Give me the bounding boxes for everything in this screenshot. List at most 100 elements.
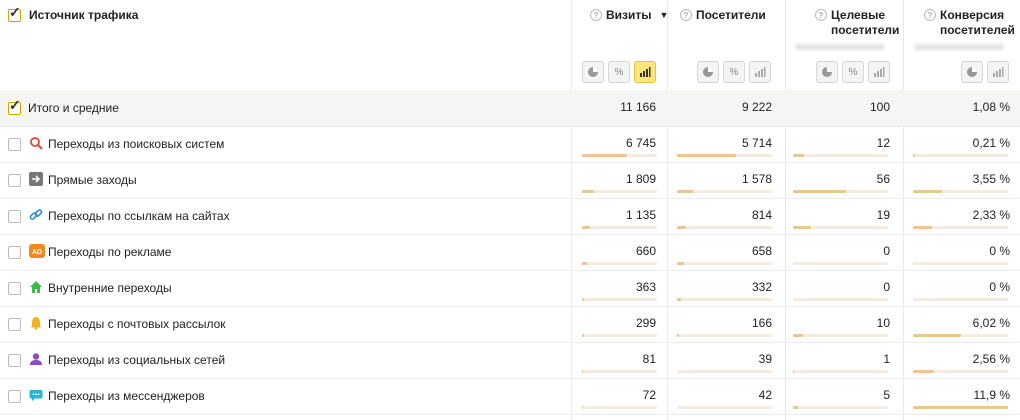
percent-icon: % bbox=[729, 66, 739, 78]
target-visitors-column-header[interactable]: ? Целевые посетители bbox=[795, 8, 899, 50]
conversion-column-label: Конверсия посетителей bbox=[940, 8, 1015, 37]
visitors-bar-fill bbox=[677, 262, 684, 265]
target-bar-track bbox=[793, 298, 888, 301]
row-checkbox[interactable] bbox=[8, 390, 21, 403]
visits-value: 299 bbox=[635, 316, 656, 330]
visits-bar-track bbox=[582, 226, 657, 229]
bar-chart-icon bbox=[993, 67, 1004, 77]
table-row[interactable]: Переходы из социальных сетей 81 39 1 2,56 % bbox=[0, 342, 1020, 379]
bar-chart-toggle[interactable] bbox=[987, 61, 1009, 83]
percent-toggle[interactable]: % bbox=[608, 61, 630, 83]
visits-bar-fill bbox=[582, 370, 583, 373]
target-bar-track bbox=[793, 262, 888, 265]
row-checkbox[interactable] bbox=[8, 138, 21, 151]
percent-toggle[interactable]: % bbox=[723, 61, 745, 83]
row-checkbox[interactable] bbox=[8, 282, 21, 295]
visits-bar-track bbox=[582, 154, 657, 157]
target-bar-fill bbox=[793, 154, 804, 157]
target-value: 56 bbox=[876, 172, 890, 186]
conversion-bar-track bbox=[913, 370, 1008, 373]
help-icon[interactable]: ? bbox=[924, 9, 936, 21]
bar-chart-toggle[interactable] bbox=[634, 61, 656, 83]
visits-bar-track bbox=[582, 334, 657, 337]
total-visits: 11 166 bbox=[620, 100, 656, 114]
visitors-bar-fill bbox=[677, 226, 686, 229]
home-icon bbox=[29, 280, 43, 294]
help-icon[interactable]: ? bbox=[815, 9, 827, 21]
help-icon[interactable]: ? bbox=[590, 9, 602, 21]
visitors-bar-track bbox=[677, 370, 772, 373]
target-view-toggles: % bbox=[816, 61, 890, 83]
pie-chart-toggle[interactable] bbox=[961, 61, 983, 83]
visitors-bar-fill bbox=[677, 298, 681, 301]
visitors-value: 39 bbox=[758, 352, 772, 366]
help-icon[interactable]: ? bbox=[680, 9, 692, 21]
source-name[interactable]: Переходы с почтовых рассылок bbox=[48, 317, 226, 331]
visits-bar-track bbox=[582, 190, 657, 193]
visitors-bar-fill bbox=[677, 154, 736, 157]
target-bar-fill bbox=[793, 190, 846, 193]
target-bar-track bbox=[793, 334, 888, 337]
conversion-bar-fill bbox=[913, 154, 915, 157]
pie-chart-toggle[interactable] bbox=[582, 61, 604, 83]
visitors-value: 5 714 bbox=[741, 136, 772, 150]
table-row[interactable]: Переходы из поисковых систем 6 745 5 714 12… bbox=[0, 126, 1020, 163]
source-name[interactable]: Переходы по рекламе bbox=[48, 245, 171, 259]
visits-value: 660 bbox=[635, 244, 656, 258]
source-name[interactable]: Переходы по ссылкам на сайтах bbox=[48, 209, 230, 223]
table-header: Источник трафика ? Визиты ▼ ? Посетители… bbox=[0, 0, 1020, 91]
target-value: 0 bbox=[883, 244, 890, 258]
table-row[interactable]: Переходы из мессенджеров 72 42 5 11,9 % bbox=[0, 378, 1020, 415]
row-checkbox[interactable] bbox=[8, 210, 21, 223]
conversion-bar-fill bbox=[913, 406, 1008, 409]
conversion-value: 6,02 % bbox=[972, 316, 1010, 330]
percent-toggle[interactable]: % bbox=[842, 61, 864, 83]
visits-column-header[interactable]: ? Визиты ▼ bbox=[590, 8, 668, 23]
percent-icon: % bbox=[614, 66, 624, 78]
source-name[interactable]: Прямые заходы bbox=[48, 173, 137, 187]
visits-bar-fill bbox=[582, 406, 583, 409]
search-icon bbox=[29, 136, 43, 150]
source-name[interactable]: Внутренние переходы bbox=[48, 281, 172, 295]
bar-chart-icon bbox=[755, 67, 766, 77]
visits-bar-track bbox=[582, 262, 657, 265]
table-row[interactable]: AD Переходы по рекламе 660 658 0 0 % bbox=[0, 234, 1020, 271]
bar-chart-icon bbox=[640, 67, 651, 77]
pie-chart-toggle[interactable] bbox=[816, 61, 838, 83]
conversion-bar-track bbox=[913, 190, 1008, 193]
conversion-column-header[interactable]: ? Конверсия посетителей bbox=[914, 8, 1016, 50]
pie-chart-icon bbox=[967, 67, 977, 77]
visitors-column-label: Посетители bbox=[696, 8, 766, 22]
visitors-column-header[interactable]: ? Посетители bbox=[680, 8, 766, 23]
conversion-bar-fill bbox=[913, 190, 942, 193]
chat-icon bbox=[29, 388, 43, 402]
target-bar-fill bbox=[793, 406, 798, 409]
table-row[interactable]: Внутренние переходы 363 332 0 0 % bbox=[0, 270, 1020, 307]
visits-bar-fill bbox=[582, 298, 584, 301]
visitors-value: 166 bbox=[751, 316, 772, 330]
visits-bar-fill bbox=[582, 190, 594, 193]
visits-bar-track bbox=[582, 370, 657, 373]
table-row[interactable]: Переходы с почтовых рассылок 299 166 10 6,02… bbox=[0, 306, 1020, 343]
source-name[interactable]: Переходы из социальных сетей bbox=[48, 353, 225, 367]
visitors-value: 42 bbox=[758, 388, 772, 402]
source-name[interactable]: Переходы из мессенджеров bbox=[48, 389, 205, 403]
row-checkbox[interactable] bbox=[8, 318, 21, 331]
row-checkbox[interactable] bbox=[8, 354, 21, 367]
visits-value: 1 135 bbox=[625, 208, 656, 222]
table-row[interactable]: Переходы по ссылкам на сайтах 1 135 814 19 2… bbox=[0, 198, 1020, 235]
bar-chart-toggle[interactable] bbox=[868, 61, 890, 83]
table-row[interactable]: Прямые заходы 1 809 1 578 56 3,55 % bbox=[0, 162, 1020, 199]
conversion-bar-track bbox=[913, 154, 1008, 157]
conversion-value: 2,33 % bbox=[972, 208, 1010, 222]
total-row-checkbox[interactable] bbox=[8, 97, 21, 115]
select-all-checkbox[interactable] bbox=[8, 4, 21, 22]
row-checkbox[interactable] bbox=[8, 246, 21, 259]
row-checkbox[interactable] bbox=[8, 174, 21, 187]
visits-value: 6 745 bbox=[625, 136, 656, 150]
bar-chart-toggle[interactable] bbox=[749, 61, 771, 83]
pie-chart-toggle[interactable] bbox=[697, 61, 719, 83]
conversion-bar-track bbox=[913, 334, 1008, 337]
source-name[interactable]: Переходы из поисковых систем bbox=[48, 137, 224, 151]
conversion-bar-fill bbox=[913, 226, 932, 229]
